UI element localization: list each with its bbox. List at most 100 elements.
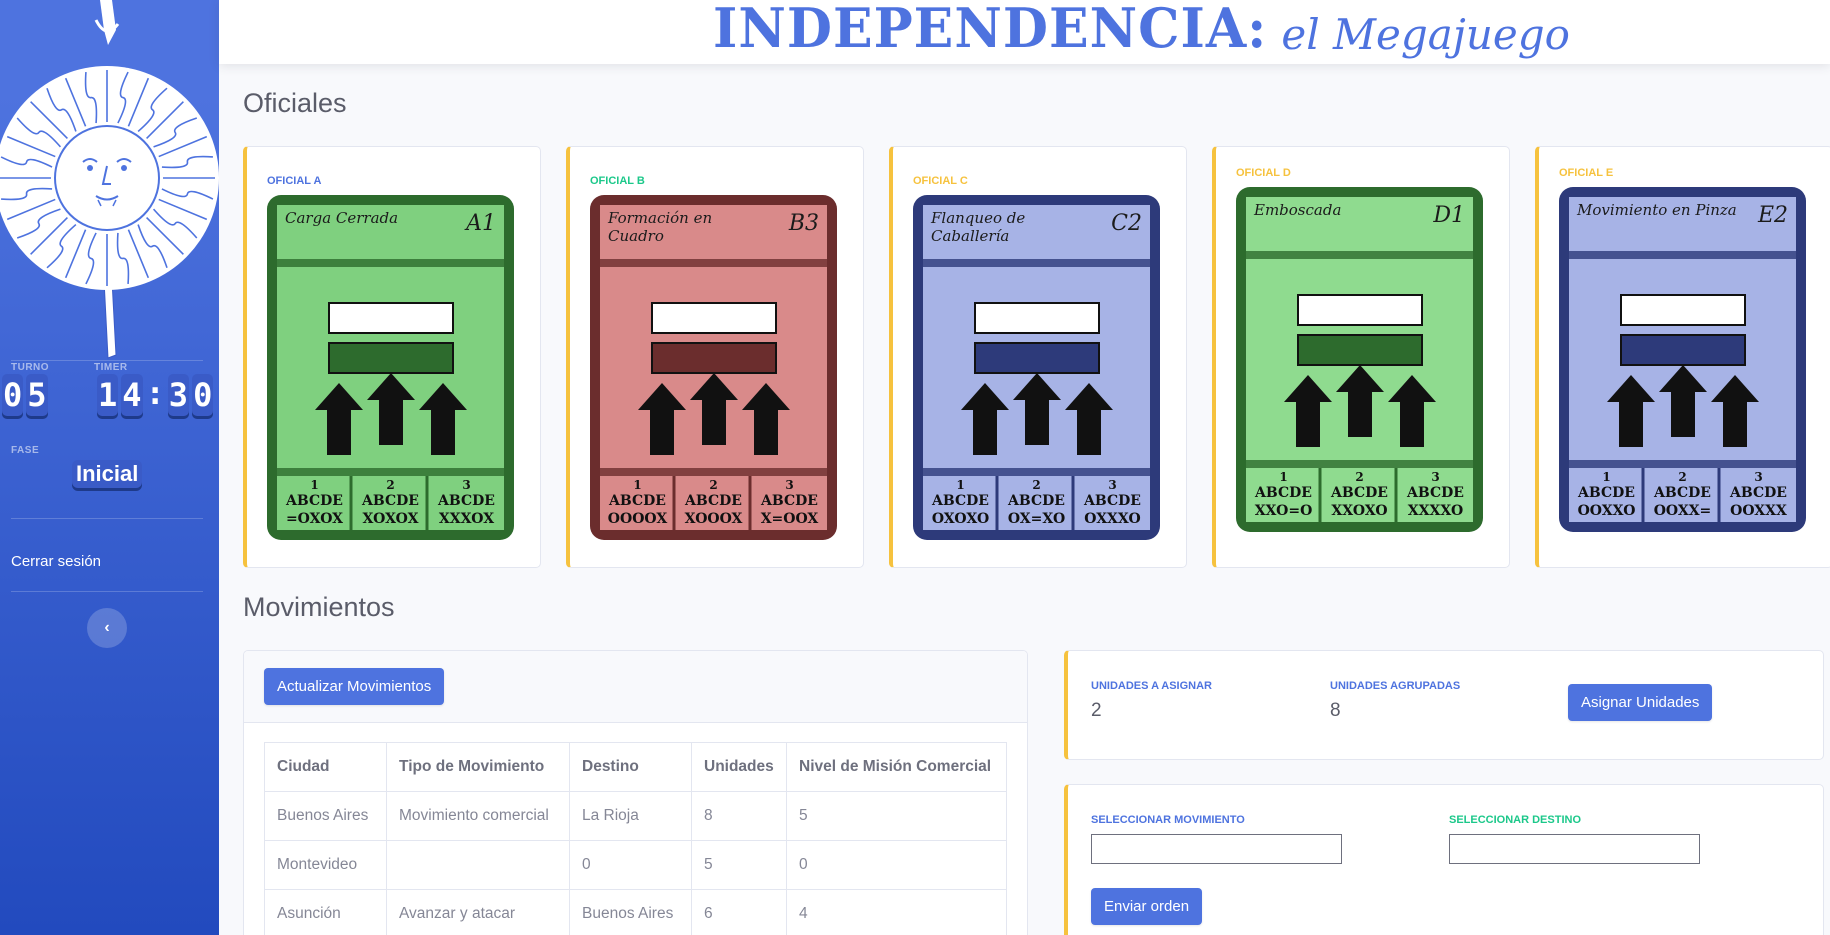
column-pattern: XXXOX	[438, 511, 495, 527]
turno-display: 0 5	[2, 374, 48, 416]
oficial-card[interactable]: OFICIAL B Formación en Cuadro B3 1 ABCDE OOO…	[566, 146, 864, 568]
column-letters: ABCDE	[932, 493, 989, 509]
table-cell: 0	[786, 840, 1007, 890]
column-header: Ciudad	[264, 742, 387, 792]
table-cell: Avanzar y atacar	[386, 889, 570, 935]
column-letters: ABCDE	[1578, 485, 1635, 501]
table-cell: 6	[691, 889, 787, 935]
column-letters: ABCDE	[1084, 493, 1141, 509]
column-letters: ABCDE	[1255, 485, 1312, 501]
table-cell: 0	[569, 840, 692, 890]
timer-digit: 3	[167, 374, 190, 416]
column-letters: ABCDE	[1008, 493, 1065, 509]
column-letters: ABCDE	[286, 493, 343, 509]
timer-digit: 4	[121, 374, 143, 416]
tactic-card-code: B3	[788, 211, 819, 236]
table-cell: 5	[691, 840, 787, 890]
tactic-card-column: 2 ABCDE OX=XO	[999, 478, 1074, 528]
column-pattern: OXXXO	[1084, 511, 1141, 527]
column-number: 3	[1108, 478, 1117, 492]
logout-link[interactable]: Cerrar sesión	[11, 553, 101, 570]
sun-emblem-logo	[0, 0, 219, 360]
movimientos-heading: Movimientos	[243, 592, 395, 622]
column-pattern: OXOXO	[931, 511, 990, 527]
oficial-label: OFICIAL E	[1559, 167, 1614, 179]
tactic-card-image: Emboscada D1 1 ABCDE XXO=O 2 ABCDE XXOXO 3 ABCDE X…	[1236, 187, 1483, 532]
fase-label: FASE	[11, 445, 40, 456]
tactic-card-column: 2 ABCDE OOXX=	[1645, 470, 1720, 520]
select-movement-label: SELECCIONAR MOVIMIENTO	[1091, 814, 1245, 826]
tactic-card-image: Flanqueo de Caballería C2 1 ABCDE OXOXO 2 ABCD…	[913, 195, 1160, 540]
column-number: 1	[1602, 470, 1611, 484]
send-order-button[interactable]: Enviar orden	[1091, 888, 1203, 925]
tactic-card-title: Formación en Cuadro	[608, 209, 713, 245]
tactic-card-column: 2 ABCDE XOOOX	[676, 478, 751, 528]
column-letters: ABCDE	[1407, 485, 1464, 501]
oficial-card[interactable]: OFICIAL C Flanqueo de Caballería C2 1 ABCDE…	[889, 146, 1187, 568]
oficial-label: OFICIAL D	[1236, 167, 1291, 179]
column-number: 3	[1754, 470, 1763, 484]
column-pattern: XOXOX	[362, 511, 419, 527]
column-header: Destino	[569, 742, 692, 792]
oficial-card[interactable]: OFICIAL E Movimiento en Pinza E2 1 ABCDE OOX…	[1535, 146, 1830, 568]
column-number: 1	[310, 478, 319, 492]
timer-separator: :	[145, 374, 165, 412]
column-pattern: OX=XO	[1007, 511, 1066, 527]
timer-label: TIMER	[94, 362, 128, 373]
select-destination-label: SELECCIONAR DESTINO	[1449, 814, 1582, 826]
oficial-label: OFICIAL A	[267, 175, 322, 187]
table-header-row: Ciudad Tipo de Movimiento Destino Unidad…	[264, 742, 1007, 792]
column-pattern: OOXXO	[1577, 503, 1636, 519]
brand-logo: INDEPENDENCIA: el Megajuego	[713, 0, 1570, 64]
table-cell: La Rioja	[569, 791, 692, 841]
unidades-agrupadas-label: UNIDADES AGRUPADAS	[1330, 680, 1461, 692]
tactic-card-code: A1	[466, 211, 496, 236]
column-number: 1	[1279, 470, 1288, 484]
table-cell: Buenos Aires	[264, 791, 387, 841]
select-movement-input[interactable]	[1091, 834, 1342, 864]
tactic-card-column: 3 ABCDE X=OOX	[752, 478, 827, 528]
column-pattern: OOXX=	[1653, 503, 1712, 519]
tactic-card-code: C2	[1111, 211, 1142, 236]
unidades-asignar-label: UNIDADES A ASIGNAR	[1091, 680, 1213, 692]
column-number: 3	[785, 478, 794, 492]
oficial-label: OFICIAL B	[590, 175, 645, 187]
sidebar-toggle-button[interactable]: ‹	[87, 608, 127, 648]
turno-label: TURNO	[11, 362, 50, 373]
table-row: Asunción Avanzar y atacar Buenos Aires 6…	[264, 889, 1007, 935]
column-pattern: OOOOX	[607, 511, 668, 527]
tactic-card-column: 1 ABCDE XXO=O	[1246, 470, 1321, 520]
assign-units-button[interactable]: Asignar Unidades	[1568, 684, 1713, 721]
tactic-card-title: Emboscada	[1254, 201, 1342, 219]
column-letters: ABCDE	[1331, 485, 1388, 501]
table-cell	[386, 840, 570, 890]
tactic-card-column: 2 ABCDE XOXOX	[353, 478, 428, 528]
column-pattern: OOXXX	[1730, 503, 1787, 519]
column-number: 3	[462, 478, 471, 492]
column-number: 2	[709, 478, 718, 492]
table-row: Montevideo 0 5 0	[264, 840, 1007, 890]
turno-digit: 0	[2, 374, 24, 416]
tactic-card-column: 3 ABCDE XXXXO	[1398, 470, 1473, 520]
select-destination-input[interactable]	[1449, 834, 1700, 864]
tactic-card-column: 1 ABCDE =OXOX	[277, 478, 352, 528]
unidades-agrupadas-value: 8	[1330, 700, 1341, 721]
oficial-card[interactable]: OFICIAL D Emboscada D1 1 ABCDE XXO=O 2 ABCDE XX…	[1212, 146, 1510, 568]
update-movements-button[interactable]: Actualizar Movimientos	[264, 668, 445, 705]
movimientos-table: Ciudad Tipo de Movimiento Destino Unidad…	[264, 742, 1007, 935]
column-header: Nivel de Misión Comercial	[786, 742, 1007, 792]
tactic-card-title: Flanqueo de Caballería	[931, 209, 1026, 245]
tactic-card-column: 3 ABCDE XXXOX	[429, 478, 504, 528]
oficial-card[interactable]: OFICIAL A Carga Cerrada A1 1 ABCDE =OXOX 2 ABC…	[243, 146, 541, 568]
column-pattern: XXO=O	[1254, 503, 1313, 519]
column-letters: ABCDE	[1730, 485, 1787, 501]
fase-value: Inicial	[72, 460, 143, 488]
sidebar: TURNO TIMER 0 5 1 4 : 3 0 FASE Inicial C…	[0, 0, 219, 935]
movimientos-panel-header: Actualizar Movimientos	[244, 651, 1027, 723]
column-number: 2	[386, 478, 395, 492]
movimientos-panel: Actualizar Movimientos Ciudad Tipo de Mo…	[243, 650, 1028, 935]
table-cell: Asunción	[264, 889, 387, 935]
tactic-card-column: 1 ABCDE OOXXO	[1569, 470, 1644, 520]
column-letters: ABCDE	[685, 493, 742, 509]
tactic-card-image: Movimiento en Pinza E2 1 ABCDE OOXXO 2 ABCDE OO…	[1559, 187, 1806, 532]
